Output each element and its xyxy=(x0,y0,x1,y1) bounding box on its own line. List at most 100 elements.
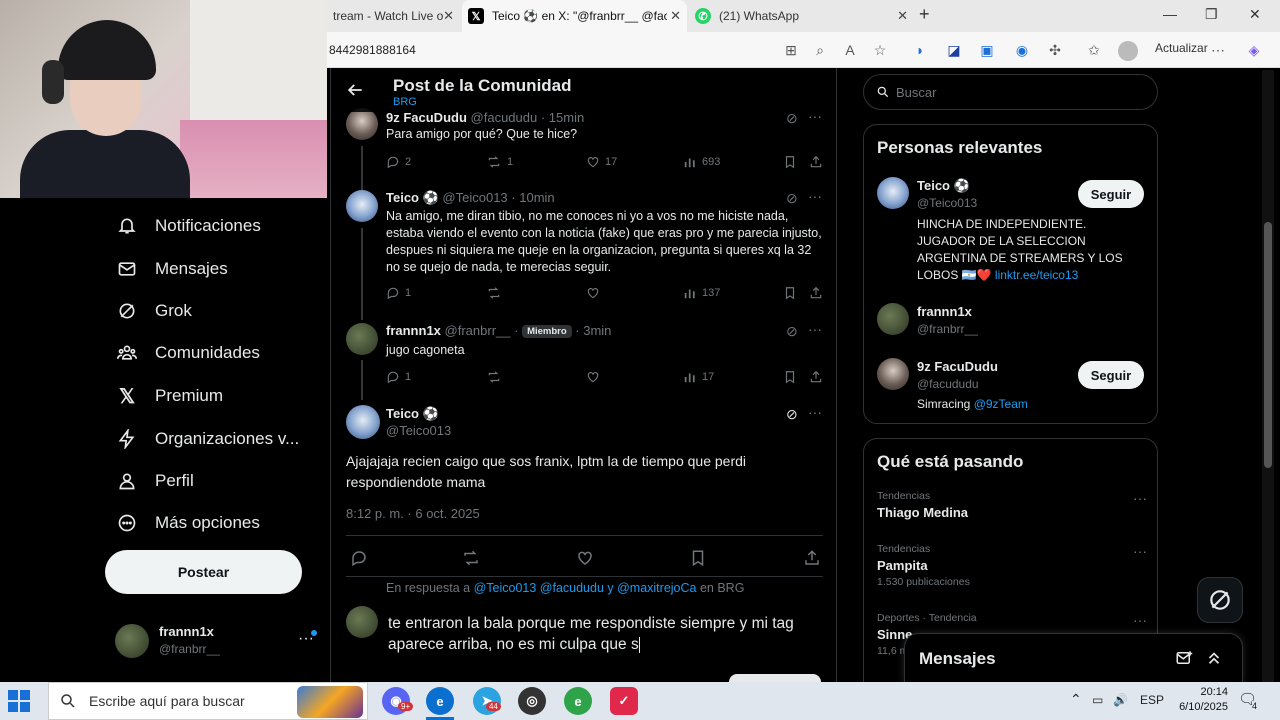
back-arrow-icon[interactable] xyxy=(345,80,365,100)
url-field[interactable]: 8442981888164 xyxy=(329,43,416,57)
page-subtitle[interactable]: BRG xyxy=(393,96,417,108)
chevron-up-icon[interactable]: ⌃ xyxy=(1070,691,1082,708)
search-input[interactable]: Buscar xyxy=(863,74,1158,110)
grok-icon[interactable]: ⊘ xyxy=(786,406,798,423)
author-handle[interactable]: @franbrr__ xyxy=(445,323,511,338)
avatar[interactable] xyxy=(877,177,909,209)
bio-link[interactable]: linktr.ee/teico13 xyxy=(995,268,1078,282)
avatar[interactable] xyxy=(877,358,909,390)
author-name[interactable]: Teico ⚽ xyxy=(386,406,439,422)
app-icon[interactable]: ✓ xyxy=(610,687,638,715)
reply-tweet[interactable]: frannn1x @franbrr__ · Miembro · 3min ⊘ ·… xyxy=(331,320,836,400)
windows-start-icon[interactable] xyxy=(8,690,30,712)
nav-organizations[interactable]: Organizaciones v... xyxy=(115,427,299,451)
like-button[interactable]: 17 xyxy=(586,155,617,169)
like-button[interactable] xyxy=(586,286,605,300)
author-handle[interactable]: @Teico013 xyxy=(442,190,507,205)
person-handle[interactable]: @Teico013 xyxy=(917,196,977,210)
grok-icon[interactable]: ⊘ xyxy=(786,110,798,127)
extensions-puzzle-icon[interactable]: ✣ xyxy=(1046,41,1064,59)
tab-teico-post[interactable]: 𝕏 Teico ⚽ en X: "@franbrr__ @facu ✕ xyxy=(462,0,687,32)
more-dots-icon[interactable]: ··· xyxy=(808,188,822,204)
scrollbar-thumb[interactable] xyxy=(1264,222,1272,468)
share-icon[interactable] xyxy=(809,155,828,169)
zoom-icon[interactable]: ⌕ xyxy=(811,41,829,59)
reply-button[interactable]: 2 xyxy=(386,155,411,169)
person-name[interactable]: frannn1x xyxy=(917,304,972,319)
extension-icon[interactable]: ◗ xyxy=(911,41,929,59)
more-dots-icon[interactable]: ··· xyxy=(1133,612,1147,628)
like-icon[interactable] xyxy=(576,549,594,572)
grok-floating-button[interactable] xyxy=(1197,577,1243,623)
grok-icon[interactable]: ⊘ xyxy=(786,190,798,207)
more-dots-icon[interactable]: ··· xyxy=(808,321,822,337)
account-switcher[interactable]: frannn1x @franbrr__ ··· xyxy=(115,620,320,664)
favorites-icon[interactable]: ✩ xyxy=(1085,41,1103,59)
obs-icon[interactable]: ◎ xyxy=(518,687,546,715)
bookmark-icon[interactable] xyxy=(783,286,802,300)
author-handle[interactable]: @Teico013 xyxy=(386,423,451,438)
views-button[interactable]: 137 xyxy=(683,286,720,300)
close-icon[interactable]: ✕ xyxy=(443,8,454,24)
more-dots-icon[interactable]: ··· xyxy=(1133,543,1147,559)
nav-grok[interactable]: Grok xyxy=(115,299,192,323)
reply-mentions[interactable]: @Teico013 @facududu y @maxitrejoCa xyxy=(474,581,697,595)
minimize-icon[interactable]: — xyxy=(1163,6,1177,22)
close-icon[interactable]: ✕ xyxy=(897,8,908,24)
extension-icon[interactable]: ◉ xyxy=(1013,41,1031,59)
nav-notifications[interactable]: Notificaciones xyxy=(115,214,261,238)
clock[interactable]: 20:14 6/10/2025 xyxy=(1168,685,1228,715)
avatar[interactable] xyxy=(877,303,909,335)
more-menu-icon[interactable]: ⋯ xyxy=(1209,41,1227,59)
trend-item[interactable]: Tendencias Thiago Medina ··· xyxy=(877,490,1147,520)
author-name[interactable]: frannn1x xyxy=(386,323,441,338)
language-indicator[interactable]: ESP xyxy=(1140,693,1164,707)
share-icon[interactable] xyxy=(809,286,828,300)
expand-icon[interactable] xyxy=(1205,649,1223,667)
nav-profile[interactable]: Perfil xyxy=(115,469,194,493)
profile-avatar-icon[interactable] xyxy=(1118,41,1138,61)
tweet-timestamp[interactable]: 8:12 p. m. · 6 oct. 2025 xyxy=(346,506,480,521)
follow-button[interactable]: Seguir xyxy=(1078,361,1144,389)
repost-button[interactable] xyxy=(486,286,507,300)
update-button[interactable]: Actualizar xyxy=(1155,41,1208,55)
like-button[interactable] xyxy=(586,370,605,384)
tab-whatsapp[interactable]: ✆ (21) WhatsApp ✕ xyxy=(689,0,914,32)
bookmark-icon[interactable] xyxy=(689,549,707,572)
bookmark-icon[interactable] xyxy=(783,155,802,169)
edge-dev-icon[interactable]: e xyxy=(564,687,592,715)
views-button[interactable]: 693 xyxy=(683,155,720,169)
close-window-icon[interactable]: ✕ xyxy=(1249,6,1261,23)
repost-button[interactable] xyxy=(486,370,507,384)
person-handle[interactable]: @facududu xyxy=(917,377,979,391)
trend-item[interactable]: Tendencias Pampita 1.530 publicaciones ·… xyxy=(877,543,1147,588)
nav-more-options[interactable]: Más opciones xyxy=(115,511,260,535)
copilot-icon[interactable]: ◈ xyxy=(1245,41,1263,59)
author-handle[interactable]: @facududu xyxy=(471,110,538,125)
share-icon[interactable] xyxy=(809,370,828,384)
reply-tweet[interactable]: Teico ⚽ @Teico013 · 10min ⊘ ··· Na amigo… xyxy=(331,180,836,320)
taskbar-search-input[interactable]: Escribe aquí para buscar xyxy=(48,682,368,720)
nav-messages[interactable]: Mensajes xyxy=(115,257,228,281)
author-name[interactable]: 9z FacuDudu xyxy=(386,110,467,125)
more-dots-icon[interactable]: ··· xyxy=(1133,490,1147,506)
person-name[interactable]: Teico ⚽ xyxy=(917,178,970,194)
reply-submit-button[interactable] xyxy=(729,674,821,682)
close-icon[interactable]: ✕ xyxy=(670,8,681,24)
restore-icon[interactable]: ❐ xyxy=(1205,6,1218,23)
grok-icon[interactable]: ⊘ xyxy=(786,323,798,340)
nav-communities[interactable]: Comunidades xyxy=(115,341,260,365)
person-handle[interactable]: @franbrr__ xyxy=(917,322,978,336)
post-button[interactable]: Postear xyxy=(105,550,302,594)
apps-icon[interactable]: ⊞ xyxy=(782,41,800,59)
nav-premium[interactable]: 𝕏 Premium xyxy=(115,384,223,408)
tab-stream[interactable]: tream - Watch Live o ✕ xyxy=(327,0,460,32)
reply-button[interactable]: 1 xyxy=(386,370,411,384)
bookmark-icon[interactable] xyxy=(783,370,802,384)
share-icon[interactable] xyxy=(803,549,821,572)
screenshot-icon[interactable]: ▣ xyxy=(978,41,996,59)
follow-button[interactable]: Seguir xyxy=(1078,180,1144,208)
bio-link[interactable]: @9zTeam xyxy=(974,397,1028,411)
extension-icon[interactable]: ◪ xyxy=(945,41,963,59)
person-name[interactable]: 9z FacuDudu xyxy=(917,359,998,374)
